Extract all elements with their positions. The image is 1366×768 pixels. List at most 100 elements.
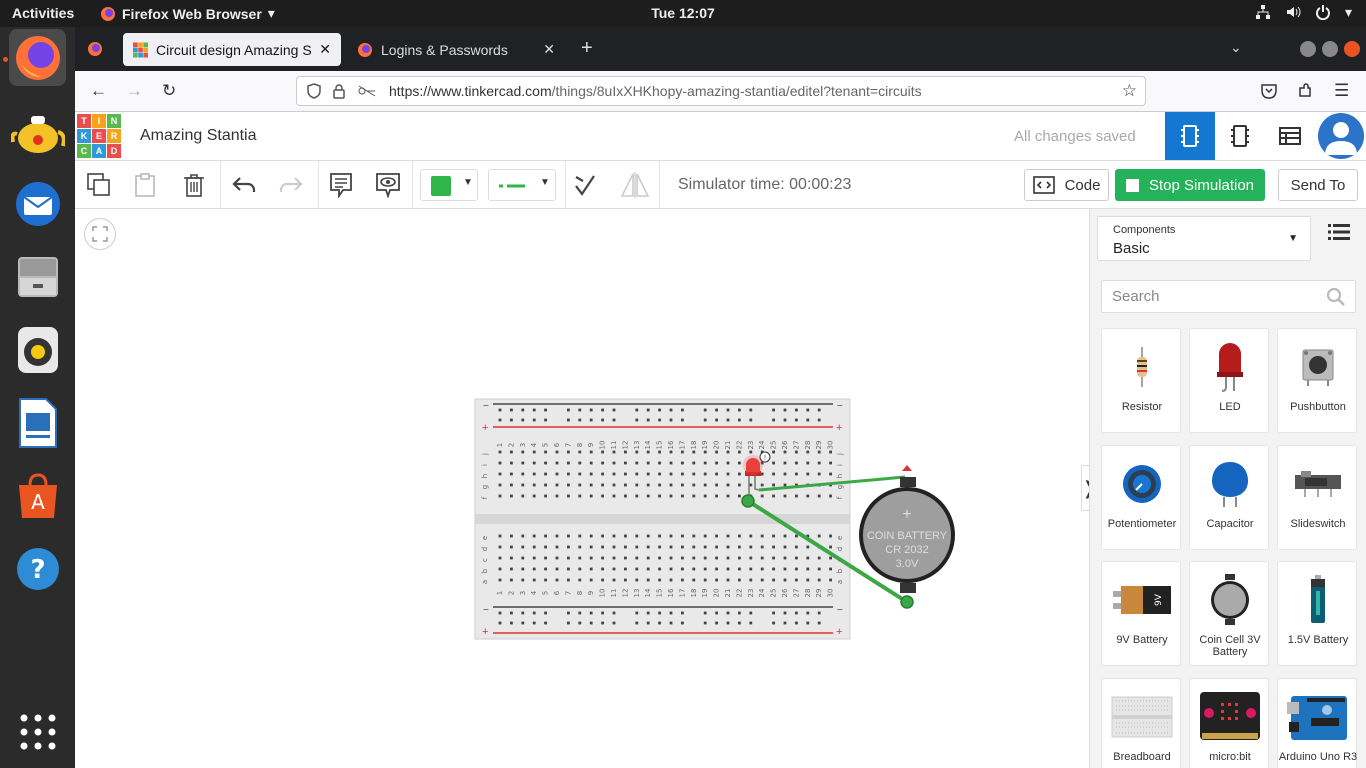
breadboard-hole[interactable] — [646, 418, 650, 422]
breadboard-hole[interactable] — [795, 450, 798, 454]
breadboard-hole[interactable] — [669, 534, 673, 538]
breadboard-hole[interactable] — [783, 621, 787, 625]
breadboard-hole[interactable] — [578, 408, 582, 412]
breadboard-hole[interactable] — [624, 545, 627, 549]
breadboard-hole[interactable] — [567, 545, 570, 549]
breadboard-hole[interactable] — [669, 450, 673, 454]
breadboard-hole[interactable] — [646, 461, 650, 465]
breadboard-hole[interactable] — [726, 450, 730, 454]
breadboard-hole[interactable] — [544, 483, 547, 487]
rotate-button[interactable] — [570, 170, 600, 200]
breadboard-hole[interactable] — [806, 408, 810, 412]
breadboard-hole[interactable] — [635, 461, 639, 465]
close-window-icon[interactable] — [1344, 41, 1360, 57]
breadboard-hole[interactable] — [703, 611, 707, 615]
breadboard-hole[interactable] — [510, 418, 513, 422]
breadboard-hole[interactable] — [681, 408, 684, 412]
component-card-arduino-uno[interactable]: Arduino Uno R3 — [1277, 678, 1357, 768]
breadboard-hole[interactable] — [658, 461, 661, 465]
breadboard-hole[interactable] — [532, 545, 536, 549]
breadboard-hole[interactable] — [635, 556, 639, 560]
breadboard-hole[interactable] — [703, 567, 707, 571]
breadboard-hole[interactable] — [726, 494, 730, 498]
breadboard-hole[interactable] — [658, 472, 661, 476]
breadboard-hole[interactable] — [772, 494, 775, 498]
breadboard-hole[interactable] — [498, 611, 502, 615]
breadboard-hole[interactable] — [658, 611, 661, 615]
breadboard-hole[interactable] — [703, 450, 707, 454]
breadboard-hole[interactable] — [681, 461, 684, 465]
breadboard-hole[interactable] — [612, 483, 616, 487]
breadboard-hole[interactable] — [567, 556, 570, 560]
breadboard-hole[interactable] — [646, 483, 650, 487]
breadboard-hole[interactable] — [578, 545, 582, 549]
redo-button[interactable] — [276, 170, 306, 200]
breadboard-hole[interactable] — [806, 494, 810, 498]
breadboard-hole[interactable] — [510, 611, 513, 615]
breadboard-hole[interactable] — [726, 483, 730, 487]
breadboard-hole[interactable] — [544, 461, 547, 465]
breadboard-hole[interactable] — [612, 611, 616, 615]
breadboard-hole[interactable] — [521, 418, 525, 422]
breadboard-hole[interactable] — [544, 611, 547, 615]
breadboard-hole[interactable] — [601, 483, 604, 487]
component-search-input[interactable] — [1101, 280, 1356, 313]
breadboard-hole[interactable] — [498, 534, 502, 538]
component-card-breadboard[interactable]: Breadboard — [1101, 678, 1181, 768]
breadboard-hole[interactable] — [567, 567, 570, 571]
breadboard-hole[interactable] — [749, 567, 753, 571]
breadboard-hole[interactable] — [749, 621, 753, 625]
breadboard-hole[interactable] — [510, 472, 513, 476]
breadboard-hole[interactable] — [635, 472, 639, 476]
breadboard-hole[interactable] — [817, 472, 821, 476]
back-icon[interactable]: ← — [90, 81, 107, 101]
breadboard-hole[interactable] — [726, 578, 730, 582]
component-card-pushbutton[interactable]: Pushbutton — [1277, 328, 1357, 433]
breadboard-hole[interactable] — [715, 556, 718, 560]
breadboard-hole[interactable] — [795, 556, 798, 560]
breadboard-hole[interactable] — [795, 567, 798, 571]
breadboard-hole[interactable] — [817, 567, 821, 571]
breadboard-hole[interactable] — [498, 556, 502, 560]
breadboard-hole[interactable] — [612, 472, 616, 476]
breadboard-hole[interactable] — [532, 408, 536, 412]
breadboard-hole[interactable] — [703, 461, 707, 465]
breadboard-hole[interactable] — [612, 578, 616, 582]
breadboard-hole[interactable] — [510, 545, 513, 549]
breadboard-hole[interactable] — [567, 450, 570, 454]
breadboard-hole[interactable] — [578, 461, 582, 465]
breadboard-hole[interactable] — [806, 461, 810, 465]
breadboard-hole[interactable] — [532, 567, 536, 571]
breadboard-hole[interactable] — [806, 450, 810, 454]
breadboard-hole[interactable] — [726, 408, 730, 412]
breadboard-hole[interactable] — [624, 461, 627, 465]
breadboard-hole[interactable] — [703, 556, 707, 560]
breadboard-hole[interactable] — [738, 461, 741, 465]
breadboard-hole[interactable] — [772, 545, 775, 549]
breadboard-hole[interactable] — [555, 556, 559, 560]
breadboard-hole[interactable] — [589, 534, 593, 538]
paste-button[interactable] — [130, 170, 160, 200]
component-card-resistor[interactable]: Resistor — [1101, 328, 1181, 433]
breadboard-hole[interactable] — [772, 461, 775, 465]
breadboard-hole[interactable] — [544, 418, 547, 422]
breadboard-hole[interactable] — [669, 611, 673, 615]
breadboard-hole[interactable] — [544, 494, 547, 498]
breadboard-hole[interactable] — [692, 545, 696, 549]
breadboard-hole[interactable] — [567, 461, 570, 465]
breadboard-hole[interactable] — [589, 408, 593, 412]
breadboard-hole[interactable] — [738, 472, 741, 476]
breadboard-hole[interactable] — [589, 578, 593, 582]
breadboard-hole[interactable] — [510, 408, 513, 412]
breadboard-hole[interactable] — [521, 545, 525, 549]
breadboard-hole[interactable] — [760, 567, 764, 571]
breadboard-hole[interactable] — [624, 472, 627, 476]
breadboard-hole[interactable] — [795, 472, 798, 476]
breadboard-hole[interactable] — [783, 418, 787, 422]
breadboard-hole[interactable] — [817, 534, 821, 538]
system-tray[interactable]: ▾ — [1255, 4, 1352, 21]
breadboard-hole[interactable] — [692, 534, 696, 538]
breadboard-hole[interactable] — [646, 611, 650, 615]
breadboard-hole[interactable] — [612, 494, 616, 498]
breadboard-hole[interactable] — [567, 408, 570, 412]
